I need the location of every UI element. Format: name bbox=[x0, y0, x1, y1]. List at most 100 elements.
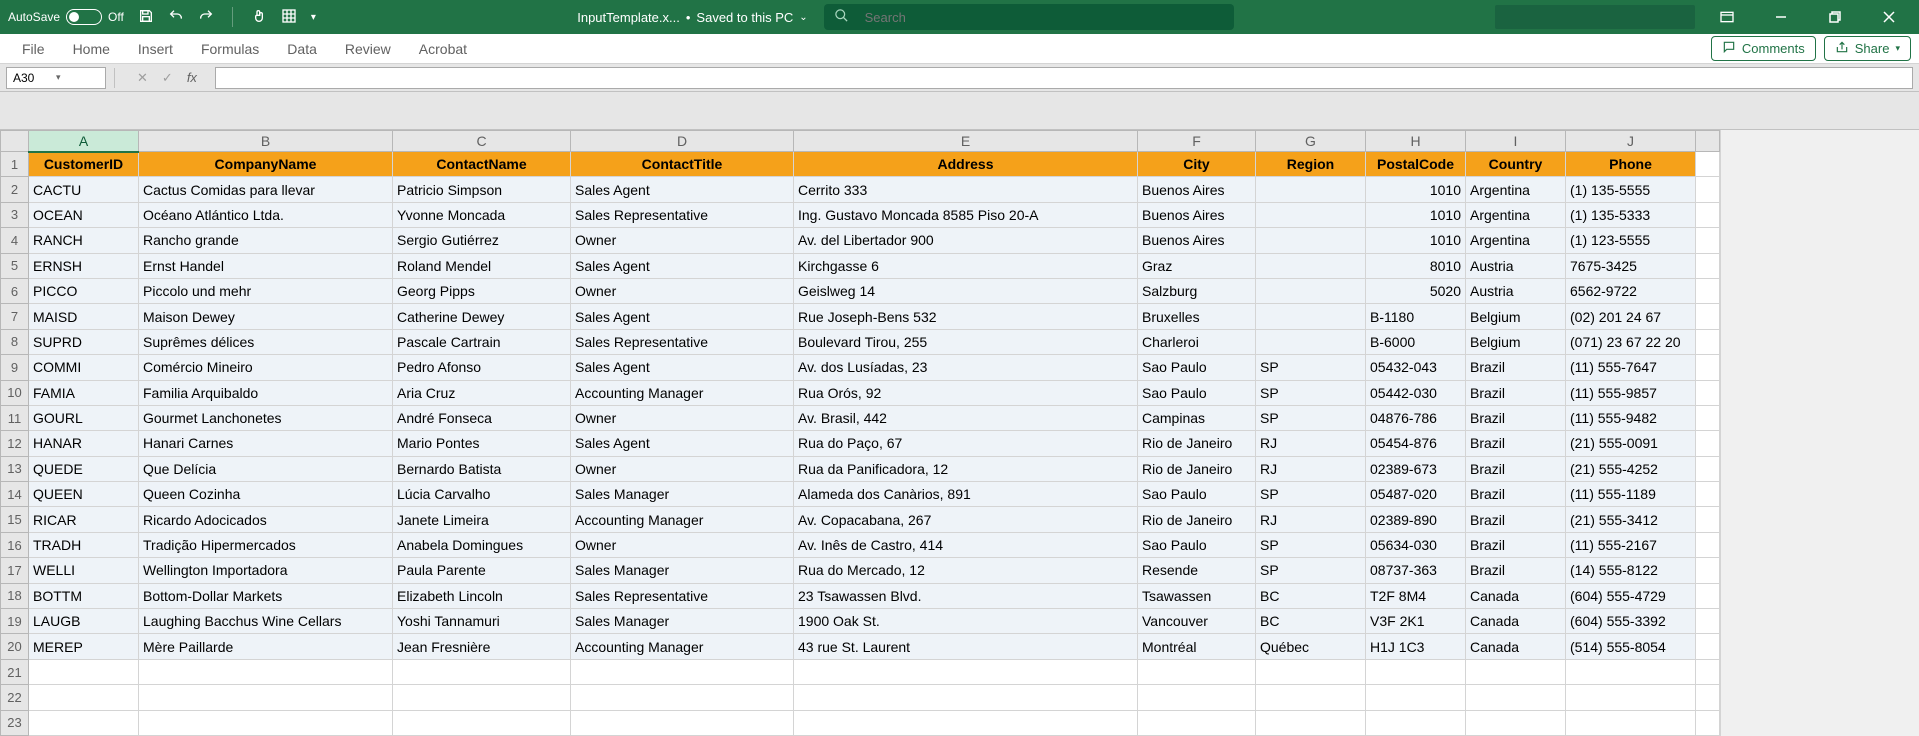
search-input[interactable] bbox=[865, 10, 1224, 25]
spreadsheet-grid[interactable]: A B C D E F G H I J 1CustomerIDCompanyNa… bbox=[0, 130, 1720, 736]
cell[interactable]: Rio de Janeiro bbox=[1138, 456, 1256, 481]
cell[interactable]: 04876-786 bbox=[1366, 405, 1466, 430]
cell[interactable]: Sales Representative bbox=[571, 329, 794, 354]
cell[interactable] bbox=[1696, 583, 1720, 608]
cell[interactable]: Owner bbox=[571, 405, 794, 430]
cell[interactable]: Sao Paulo bbox=[1138, 482, 1256, 507]
cell[interactable]: Vancouver bbox=[1138, 609, 1256, 634]
cell[interactable]: Canada bbox=[1466, 609, 1566, 634]
row-header[interactable]: 16 bbox=[1, 532, 29, 557]
cell[interactable] bbox=[1566, 659, 1696, 684]
cell[interactable]: Anabela Domingues bbox=[393, 532, 571, 557]
cell[interactable]: SP bbox=[1256, 380, 1366, 405]
cell[interactable]: Argentina bbox=[1466, 202, 1566, 227]
cell[interactable]: RJ bbox=[1256, 456, 1366, 481]
cell[interactable] bbox=[571, 659, 794, 684]
cell[interactable] bbox=[1696, 634, 1720, 659]
cell[interactable] bbox=[571, 710, 794, 735]
table-header-cell[interactable]: ContactTitle bbox=[571, 152, 794, 177]
col-header[interactable]: G bbox=[1256, 131, 1366, 152]
cell[interactable]: Tsawassen bbox=[1138, 583, 1256, 608]
cell[interactable]: BOTTM bbox=[29, 583, 139, 608]
cell[interactable] bbox=[1696, 609, 1720, 634]
cell[interactable]: Mario Pontes bbox=[393, 431, 571, 456]
cell[interactable]: Brazil bbox=[1466, 532, 1566, 557]
col-header[interactable]: J bbox=[1566, 131, 1696, 152]
cell[interactable]: Belgium bbox=[1466, 304, 1566, 329]
cell[interactable]: Montréal bbox=[1138, 634, 1256, 659]
cell[interactable]: Sales Representative bbox=[571, 583, 794, 608]
cell[interactable]: Pascale Cartrain bbox=[393, 329, 571, 354]
cell[interactable]: Boulevard Tirou, 255 bbox=[794, 329, 1138, 354]
cell[interactable]: (1) 135-5333 bbox=[1566, 202, 1696, 227]
cell[interactable]: Brazil bbox=[1466, 482, 1566, 507]
cell[interactable]: (21) 555-3412 bbox=[1566, 507, 1696, 532]
cell[interactable]: 02389-890 bbox=[1366, 507, 1466, 532]
cell[interactable]: SP bbox=[1256, 405, 1366, 430]
cell[interactable]: André Fonseca bbox=[393, 405, 571, 430]
cell[interactable]: HANAR bbox=[29, 431, 139, 456]
cell[interactable] bbox=[1696, 304, 1720, 329]
cell[interactable] bbox=[1466, 685, 1566, 710]
cell[interactable]: Brazil bbox=[1466, 380, 1566, 405]
table-header-cell[interactable]: Country bbox=[1466, 152, 1566, 177]
cell[interactable]: 08737-363 bbox=[1366, 558, 1466, 583]
cell[interactable] bbox=[1696, 405, 1720, 430]
row-header[interactable]: 1 bbox=[1, 152, 29, 177]
cell[interactable]: Wellington Importadora bbox=[139, 558, 393, 583]
tab-review[interactable]: Review bbox=[331, 34, 405, 64]
cell[interactable]: Rancho grande bbox=[139, 228, 393, 253]
table-header-cell[interactable]: CompanyName bbox=[139, 152, 393, 177]
row-header[interactable]: 3 bbox=[1, 202, 29, 227]
cell[interactable]: 5020 bbox=[1366, 278, 1466, 303]
redo-icon[interactable] bbox=[198, 8, 214, 27]
cell[interactable] bbox=[1696, 202, 1720, 227]
chevron-down-icon[interactable]: ⌄ bbox=[799, 12, 807, 23]
cell[interactable] bbox=[1696, 278, 1720, 303]
table-icon[interactable] bbox=[281, 8, 297, 27]
row-header[interactable]: 22 bbox=[1, 685, 29, 710]
cell[interactable]: V3F 2K1 bbox=[1366, 609, 1466, 634]
cell[interactable]: Queen Cozinha bbox=[139, 482, 393, 507]
enter-icon[interactable]: ✓ bbox=[162, 70, 173, 86]
cell[interactable]: (604) 555-4729 bbox=[1566, 583, 1696, 608]
tab-data[interactable]: Data bbox=[273, 34, 331, 64]
cell[interactable]: Canada bbox=[1466, 634, 1566, 659]
cell[interactable]: Cactus Comidas para llevar bbox=[139, 177, 393, 202]
cell[interactable]: Sao Paulo bbox=[1138, 380, 1256, 405]
cell[interactable]: Sales Agent bbox=[571, 177, 794, 202]
cell[interactable] bbox=[1566, 710, 1696, 735]
tab-insert[interactable]: Insert bbox=[124, 34, 187, 64]
share-button[interactable]: Share ▾ bbox=[1824, 36, 1911, 61]
cell[interactable] bbox=[794, 710, 1138, 735]
cell[interactable]: RICAR bbox=[29, 507, 139, 532]
cell[interactable] bbox=[1696, 152, 1720, 177]
comments-button[interactable]: Comments bbox=[1711, 36, 1816, 61]
cell[interactable]: MEREP bbox=[29, 634, 139, 659]
cell[interactable]: BC bbox=[1256, 609, 1366, 634]
cell[interactable]: Janete Limeira bbox=[393, 507, 571, 532]
cell[interactable]: GOURL bbox=[29, 405, 139, 430]
cell[interactable] bbox=[1696, 380, 1720, 405]
row-header[interactable]: 5 bbox=[1, 253, 29, 278]
table-header-cell[interactable]: City bbox=[1138, 152, 1256, 177]
tab-file[interactable]: File bbox=[8, 34, 59, 64]
cell[interactable]: Sales Agent bbox=[571, 431, 794, 456]
row-header[interactable]: 8 bbox=[1, 329, 29, 354]
cell[interactable]: (1) 123-5555 bbox=[1566, 228, 1696, 253]
row-header[interactable]: 20 bbox=[1, 634, 29, 659]
row-header[interactable]: 23 bbox=[1, 710, 29, 735]
cell[interactable]: Piccolo und mehr bbox=[139, 278, 393, 303]
cell[interactable]: Patricio Simpson bbox=[393, 177, 571, 202]
cell[interactable]: Sales Agent bbox=[571, 304, 794, 329]
cell[interactable]: Rio de Janeiro bbox=[1138, 507, 1256, 532]
cell[interactable]: Av. del Libertador 900 bbox=[794, 228, 1138, 253]
cell[interactable]: Brazil bbox=[1466, 431, 1566, 456]
cell[interactable]: RJ bbox=[1256, 507, 1366, 532]
cell[interactable] bbox=[1696, 482, 1720, 507]
cell[interactable] bbox=[1366, 685, 1466, 710]
cell[interactable]: Rue Joseph-Bens 532 bbox=[794, 304, 1138, 329]
cell[interactable]: ERNSH bbox=[29, 253, 139, 278]
cell[interactable]: Océano Atlántico Ltda. bbox=[139, 202, 393, 227]
cell[interactable]: Brazil bbox=[1466, 558, 1566, 583]
